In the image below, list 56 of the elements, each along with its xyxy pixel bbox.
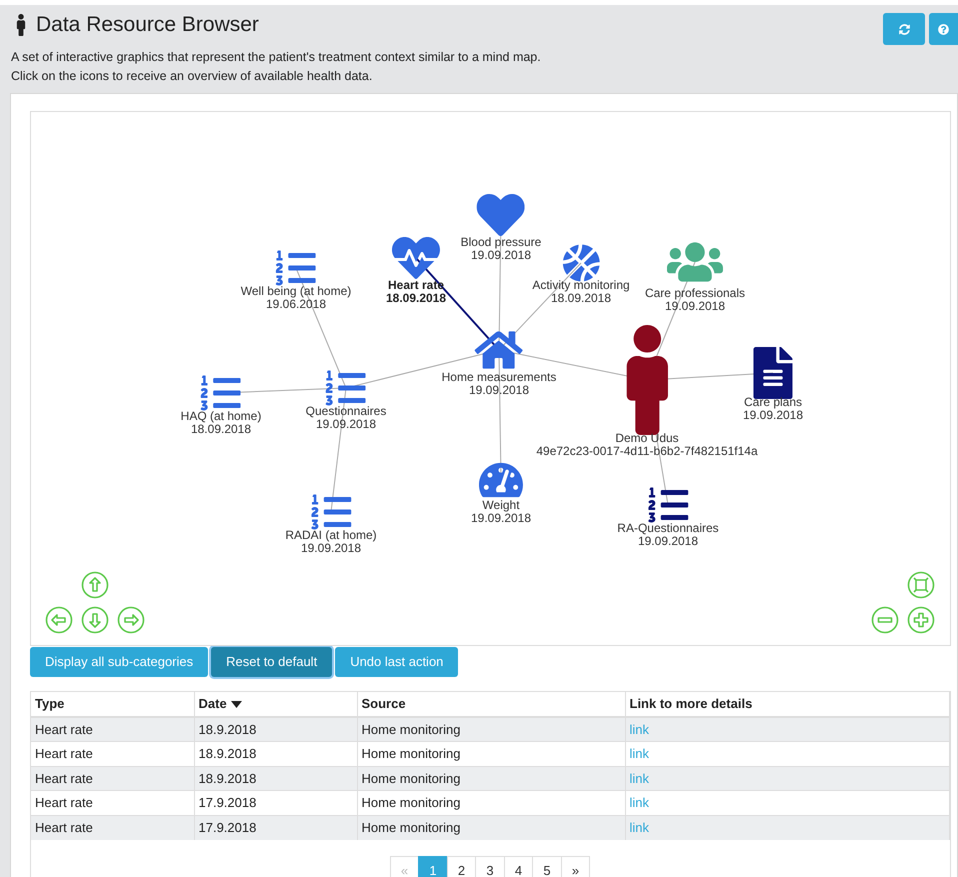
refresh-button[interactable] <box>883 13 925 45</box>
page-button[interactable]: 2 <box>446 856 476 877</box>
node-label: Blood pressure 19.09.2018 <box>460 236 542 262</box>
refresh-icon <box>898 24 910 34</box>
sort-caret-icon <box>230 700 242 708</box>
column-header[interactable]: Link to more details <box>630 694 752 714</box>
details-link[interactable]: link <box>630 746 650 761</box>
description-text: Click on the icons to receive an overview of available health data. <box>11 68 374 85</box>
node-label: RA-Questionnaires 19.09.2018 <box>617 522 719 548</box>
action-button[interactable]: Undo last action <box>335 647 458 677</box>
node-label: HAQ (at home) 18.09.2018 <box>180 410 262 436</box>
node-label: Questionnaires 19.09.2018 <box>306 405 386 431</box>
node-label: RADAI (at home) 19.09.2018 <box>285 529 377 555</box>
table-cell: Home monitoring <box>362 722 460 737</box>
node-label: Care professionals 19.09.2018 <box>644 287 746 313</box>
node-label: Activity monitoring 18.09.2018 <box>532 279 630 305</box>
column-header[interactable]: Type <box>35 694 64 714</box>
node-label: Demo Udus 49e72c23-0017-4d11-b6b2-7f482151f14a <box>536 432 758 458</box>
table-cell: Home monitoring <box>362 820 460 835</box>
page-button[interactable]: 5 <box>532 856 562 877</box>
details-link[interactable]: link <box>630 820 650 835</box>
node-label: Home measurements 19.09.2018 <box>442 371 556 397</box>
node-label: Weight 19.09.2018 <box>470 499 532 525</box>
column-header[interactable]: Date <box>198 694 227 714</box>
table-cell: Heart rate <box>35 795 93 810</box>
table-cell: Home monitoring <box>362 746 460 761</box>
details-link[interactable]: link <box>630 770 650 786</box>
node-label: Well being (at home) 19.06.2018 <box>240 285 352 311</box>
details-link[interactable]: link <box>630 722 650 737</box>
help-button[interactable] <box>929 13 958 45</box>
action-button[interactable]: Reset to default <box>211 647 332 677</box>
page-title: Data Resource Browser <box>36 13 259 37</box>
help-icon <box>938 24 949 34</box>
table-cell: Heart rate <box>35 746 93 761</box>
node-label: Care plans 19.09.2018 <box>742 396 804 422</box>
page-button[interactable]: 4 <box>504 856 534 877</box>
description-text: A set of interactive graphics that represent the patient's treatment context similar to a mind map. <box>11 49 542 66</box>
column-header[interactable]: Source <box>362 694 406 714</box>
table-cell: 17.9.2018 <box>198 820 256 835</box>
page-button[interactable]: 1 <box>418 856 448 877</box>
heartbeat-icon[interactable] <box>392 234 440 282</box>
details-link[interactable]: link <box>630 795 650 810</box>
table-cell: 18.9.2018 <box>198 746 256 761</box>
heart-icon[interactable] <box>477 191 525 239</box>
table-cell: Home monitoring <box>362 795 460 810</box>
table-cell: 17.9.2018 <box>198 795 256 810</box>
action-button[interactable]: Display all sub-categories <box>30 647 208 677</box>
table-cell: Home monitoring <box>362 770 460 786</box>
page-button[interactable]: » <box>560 856 590 877</box>
table-cell: 18.9.2018 <box>198 722 256 737</box>
table-cell: Heart rate <box>35 820 93 835</box>
numbered-list-icon[interactable] <box>648 485 688 525</box>
table-cell: Heart rate <box>35 722 93 737</box>
table-cell: Heart rate <box>35 770 93 786</box>
page-button[interactable]: 3 <box>475 856 505 877</box>
table-cell: 18.9.2018 <box>198 770 256 786</box>
